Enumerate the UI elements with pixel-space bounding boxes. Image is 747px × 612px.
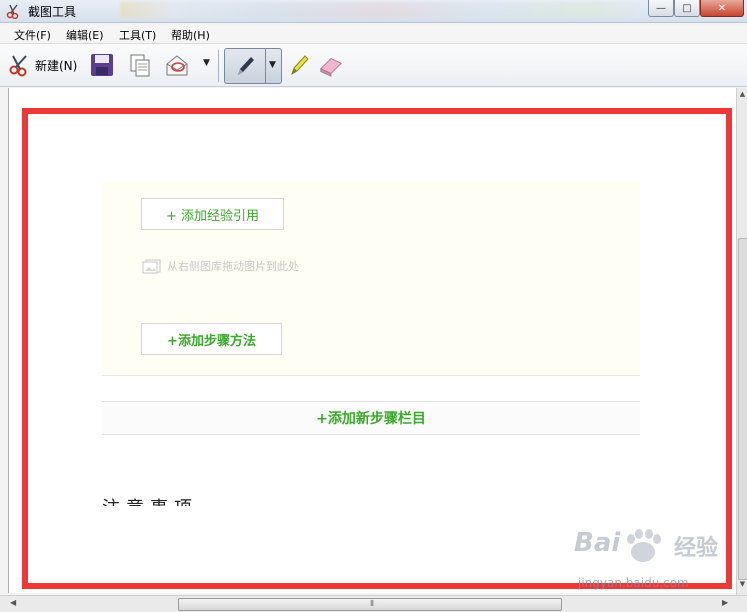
baidu-watermark: Bai 经验 jingyan.baidu.com: [570, 528, 720, 596]
pen-tool-button[interactable]: ▼: [224, 48, 282, 84]
scroll-grip-icon: ⦀: [370, 599, 374, 608]
watermark-text: 经验: [674, 536, 719, 561]
menu-file[interactable]: 文件(F): [14, 27, 51, 43]
scroll-left-icon[interactable]: ◀: [10, 598, 16, 607]
email-icon[interactable]: [164, 52, 190, 78]
toolbar-separator: [218, 50, 219, 82]
scroll-down-icon[interactable]: ▼: [738, 580, 747, 589]
watermark-url: jingyan.baidu.com: [578, 576, 689, 590]
eraser-icon[interactable]: [318, 53, 344, 79]
paw-icon: [627, 529, 661, 562]
close-button[interactable]: ✕: [700, 0, 744, 17]
pen-icon: [238, 57, 254, 75]
scroll-right-icon[interactable]: ▶: [722, 598, 728, 607]
new-button-label: 新建(N): [35, 58, 78, 73]
pen-dropdown-icon[interactable]: ▼: [269, 60, 276, 70]
scroll-up-icon[interactable]: ▲: [738, 90, 747, 99]
menu-edit[interactable]: 编辑(E): [66, 27, 104, 43]
dropdown-arrow-icon[interactable]: ▼: [203, 58, 210, 68]
window-title: 截图工具: [28, 5, 77, 19]
snipping-tool-window: 截图工具 — □ ✕ 文件(F) 编辑(E) 工具(T) 帮助(H) 新建(N): [0, 0, 747, 612]
vertical-scrollbar[interactable]: ▲ ▼: [736, 88, 747, 595]
pen-divider: [265, 49, 266, 83]
menu-bar: 文件(F) 编辑(E) 工具(T) 帮助(H): [0, 25, 747, 44]
maximize-button[interactable]: □: [674, 0, 700, 17]
menu-tools[interactable]: 工具(T): [119, 27, 156, 43]
scissors-icon: [9, 55, 27, 77]
copy-icon[interactable]: [127, 52, 153, 78]
title-bar: 截图工具 — □ ✕: [0, 0, 747, 23]
horizontal-scrollbar[interactable]: ◀ ⦀ ▶: [0, 595, 747, 612]
toolbar: 新建(N) ▼ ▼: [0, 44, 747, 87]
new-snip-button[interactable]: 新建(N): [8, 52, 77, 78]
blurred-taskbar-background: [120, 2, 640, 18]
menu-help[interactable]: 帮助(H): [171, 27, 210, 43]
vertical-scroll-thumb[interactable]: [738, 238, 747, 580]
minimize-button[interactable]: —: [648, 0, 674, 17]
watermark-logo: Bai: [574, 528, 621, 558]
scissors-app-icon: [6, 4, 19, 19]
selection-frame: [22, 108, 732, 589]
save-icon[interactable]: [89, 52, 115, 78]
highlighter-icon[interactable]: [286, 52, 312, 78]
horizontal-scroll-thumb[interactable]: ⦀: [178, 598, 562, 611]
